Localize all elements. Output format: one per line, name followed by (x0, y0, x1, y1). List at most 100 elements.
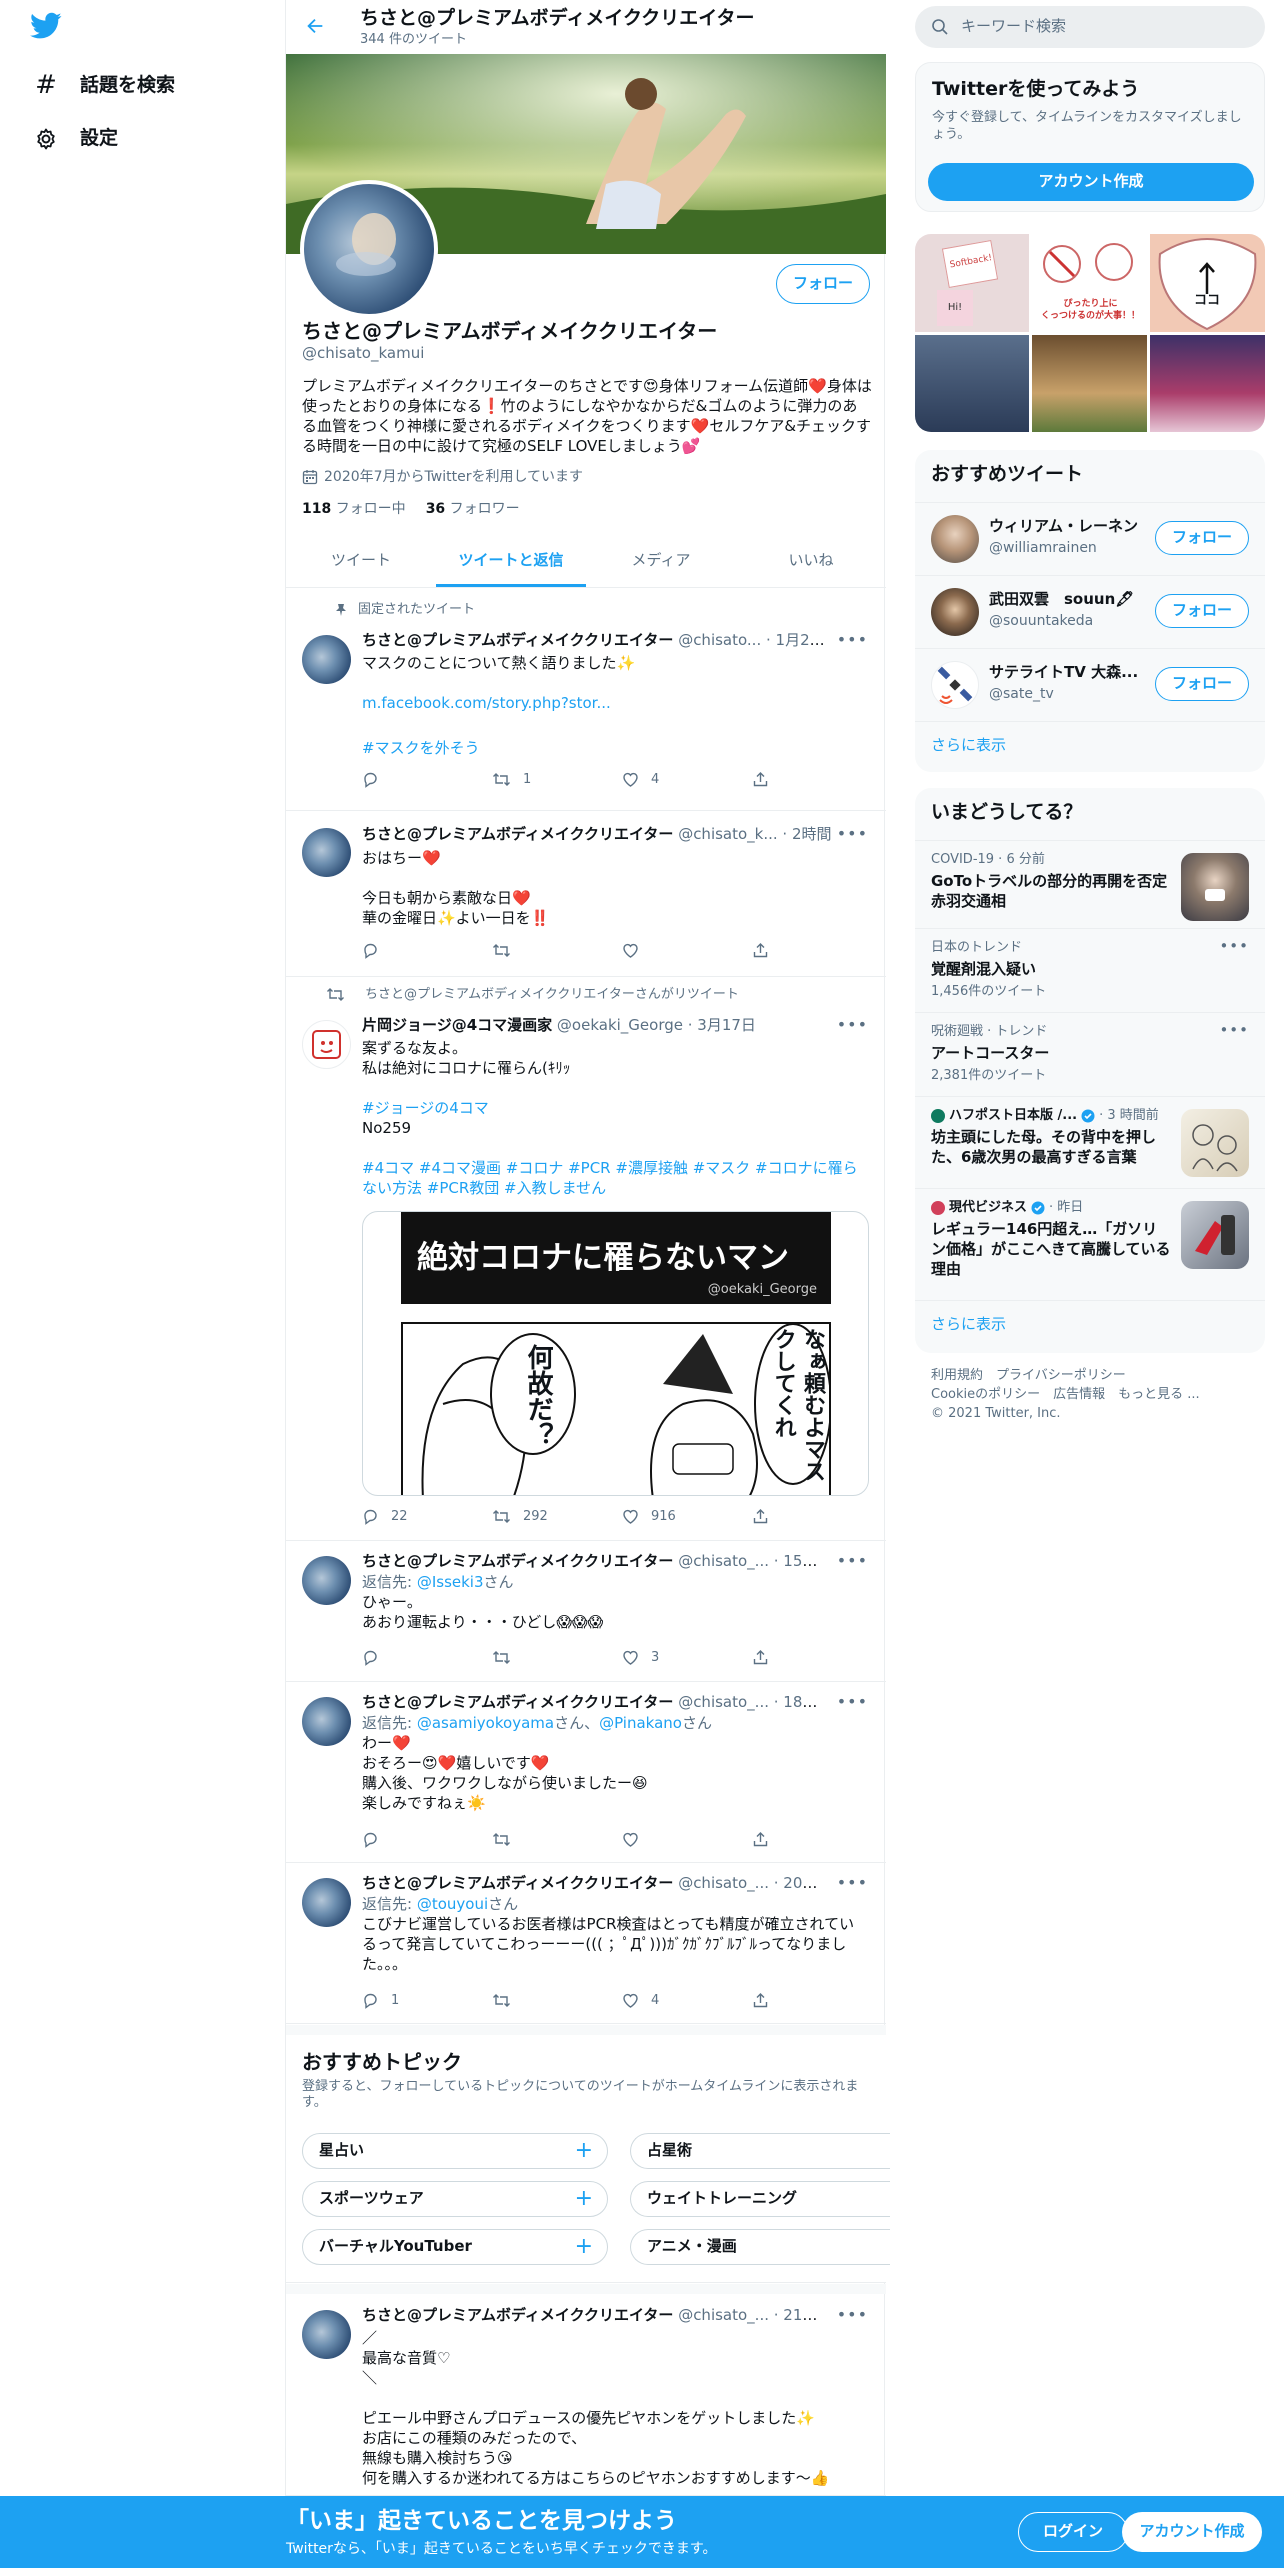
share-action[interactable] (752, 771, 782, 788)
share-action[interactable] (752, 1508, 782, 1525)
tweet-item[interactable]: ちさと@プレミアムボディメイククリエイター @chisato_... · 18時… (286, 1683, 886, 1863)
recommended-user[interactable]: サテライトTV 大森... @sate_tv フォロー (915, 648, 1265, 721)
like-action[interactable] (622, 942, 752, 959)
tweet-hashtag[interactable]: #マスクを外そう (362, 738, 872, 758)
retweet-action[interactable] (492, 1992, 622, 2009)
topic-chip[interactable]: バーチャルYouTuber + (302, 2229, 608, 2265)
more-icon[interactable]: ••• (1219, 937, 1249, 957)
tweet-author[interactable]: ちさと@プレミアムボディメイククリエイター (362, 825, 673, 843)
more-icon[interactable]: ••• (837, 1691, 868, 1712)
topic-chip[interactable]: 星占い + (302, 2133, 608, 2169)
tweet-tags[interactable]: #4コマ #4コマ漫画 #コロナ #PCR #濃厚接触 #マスク #コロナに罹ら… (362, 1158, 862, 1198)
share-action[interactable] (752, 1649, 782, 1666)
reply-action[interactable] (362, 771, 492, 789)
tab-tweets[interactable]: ツイート (286, 535, 436, 587)
footer-line-2[interactable]: Cookieのポリシー 広告情報 もっと見る ... (931, 1385, 1231, 1404)
reply-action[interactable] (362, 1831, 492, 1848)
tweet-item[interactable]: ちさと@プレミアムボディメイククリエイター @chisato_k... · 2時… (286, 812, 886, 977)
like-action[interactable]: 3 (622, 1649, 752, 1666)
reply-action[interactable]: 1 (362, 1992, 492, 2010)
tweet-avatar[interactable] (302, 1697, 351, 1746)
topic-chip[interactable]: ウェイトトレーニング (630, 2181, 890, 2217)
following-link[interactable]: 118 フォロー中 (302, 500, 406, 519)
reply-action[interactable] (362, 942, 492, 959)
retweet-action[interactable] (492, 1831, 622, 1848)
topic-chip[interactable]: スポーツウェア + (302, 2181, 608, 2217)
reply-to-link[interactable]: @asamiyokoyama (417, 1714, 554, 1732)
reply-action[interactable] (362, 1649, 492, 1667)
search-input[interactable]: キーワード検索 (915, 6, 1265, 48)
share-action[interactable] (752, 942, 782, 959)
retweet-action[interactable]: 1 (492, 771, 622, 788)
profile-follow-button[interactable]: フォロー (776, 264, 870, 304)
tab-tweets-and-replies[interactable]: ツイートと返信 (436, 535, 586, 587)
more-icon[interactable]: ••• (837, 1872, 868, 1893)
like-action[interactable]: 4 (622, 771, 752, 788)
followers-link[interactable]: 36 フォロワー (426, 500, 520, 519)
tweet-author[interactable]: ちさと@プレミアムボディメイククリエイター (362, 2306, 673, 2324)
tweet-avatar[interactable] (302, 1878, 351, 1927)
tweet-item[interactable]: 固定されたツイート ちさと@プレミアムボディメイククリエイター @chisato… (286, 589, 886, 811)
user-name[interactable]: 武田双雲 souun🖋 (989, 590, 1149, 610)
retweet-action[interactable]: 292 (492, 1508, 622, 1525)
tweet-item[interactable]: ちさと@プレミアムボディメイククリエイターさんがリツイート 片岡ジョージ@4コマ… (286, 978, 886, 1541)
tweet-avatar[interactable] (302, 828, 351, 877)
tweet-link[interactable]: m.facebook.com/story.php?stor... (362, 693, 872, 713)
trend-item[interactable]: 呪術廻戦 · トレンド アートコースター 2,381件のツイート ••• (915, 1012, 1265, 1096)
plus-icon[interactable]: + (575, 2232, 593, 2261)
tweet-avatar[interactable] (302, 2310, 351, 2359)
reply-to-link[interactable]: @touyoui (417, 1895, 488, 1913)
photo-tile[interactable]: Softback! Hi! (915, 234, 1029, 332)
twitter-logo-icon[interactable] (30, 12, 62, 40)
photo-tile[interactable]: ぴったり上に くっつけるのが大事！！ (1032, 234, 1147, 332)
follow-button[interactable]: フォロー (1155, 594, 1249, 628)
nav-explore[interactable]: # 話題を検索 (34, 68, 175, 103)
plus-icon[interactable]: + (575, 2184, 593, 2213)
photo-tile[interactable]: ココ (1150, 234, 1265, 332)
trend-item[interactable]: ハフポスト日本版 /... · 3 時間前 坊主頭にした母。その背中を押した、6… (915, 1096, 1265, 1188)
like-action[interactable]: 4 (622, 1992, 752, 2009)
user-avatar[interactable] (931, 515, 979, 563)
who-to-follow-more-link[interactable]: さらに表示 (915, 721, 1265, 770)
reply-action[interactable]: 22 (362, 1508, 492, 1526)
user-name[interactable]: ウィリアム・レーネン (989, 517, 1149, 537)
trend-item[interactable]: COVID-19 · 6 分前 GoToトラベルの部分的再開を否定 赤羽交通相 (915, 840, 1265, 928)
reply-to-link[interactable]: @Isseki3 (417, 1573, 484, 1591)
retweet-action[interactable] (492, 1649, 622, 1666)
tweet-author[interactable]: ちさと@プレミアムボディメイククリエイター (362, 1874, 673, 1892)
like-action[interactable] (622, 1831, 752, 1848)
more-icon[interactable]: ••• (837, 823, 868, 844)
tweet-author[interactable]: ちさと@プレミアムボディメイククリエイター (362, 631, 673, 649)
topic-chip[interactable]: アニメ・漫画 (630, 2229, 890, 2265)
tab-media[interactable]: メディア (586, 535, 736, 587)
trend-item[interactable]: 日本のトレンド 覚醒剤混入疑い 1,456件のツイート ••• (915, 928, 1265, 1012)
more-icon[interactable]: ••• (837, 629, 868, 650)
tweet-item[interactable]: ちさと@プレミアムボディメイククリエイター @chisato_... · 20時… (286, 1864, 886, 2024)
tweet-author[interactable]: ちさと@プレミアムボディメイククリエイター (362, 1552, 673, 1570)
user-avatar[interactable] (931, 588, 979, 636)
recommended-user[interactable]: 武田双雲 souun🖋 @souuntakeda フォロー (915, 575, 1265, 648)
like-action[interactable]: 916 (622, 1508, 752, 1525)
back-arrow-icon[interactable] (304, 15, 326, 37)
share-action[interactable] (752, 1831, 782, 1848)
tweet-author[interactable]: 片岡ジョージ@4コマ漫画家 (362, 1016, 552, 1034)
follow-button[interactable]: フォロー (1155, 521, 1249, 555)
plus-icon[interactable]: + (575, 2136, 593, 2165)
more-icon[interactable]: ••• (837, 1014, 868, 1035)
tab-likes[interactable]: いいね (736, 535, 886, 587)
photo-tile[interactable] (1032, 335, 1147, 432)
follow-button[interactable]: フォロー (1155, 667, 1249, 701)
login-button[interactable]: ログイン (1018, 2512, 1128, 2552)
trend-thumbnail[interactable] (1181, 853, 1249, 921)
reply-to-link-2[interactable]: @Pinakano (599, 1714, 682, 1732)
footer-line-1[interactable]: 利用規約 プライバシーポリシー (931, 1366, 1231, 1385)
more-icon[interactable]: ••• (837, 1550, 868, 1571)
photo-tile[interactable] (1150, 335, 1265, 432)
satellite-icon[interactable] (931, 661, 979, 709)
user-name[interactable]: サテライトTV 大森... (989, 663, 1149, 683)
recommended-user[interactable]: ウィリアム・レーネン @williamrainen フォロー (915, 502, 1265, 575)
trend-thumbnail[interactable] (1181, 1201, 1249, 1269)
tweet-item[interactable]: ちさと@プレミアムボディメイククリエイター @chisato_... · 15時… (286, 1542, 886, 1682)
tweet-avatar[interactable] (302, 635, 351, 684)
more-icon[interactable]: ••• (1219, 1021, 1249, 1041)
